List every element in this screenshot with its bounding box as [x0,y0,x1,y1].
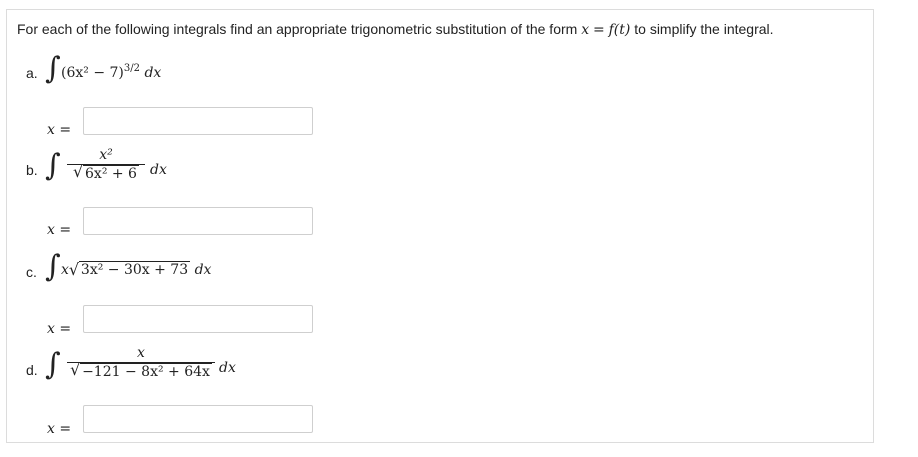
question-card: For each of the following integrals find… [6,9,874,443]
integrand-c: x √ 3x² − 30x + 73 dx [61,260,212,279]
substitution-label-b: x = [47,222,72,238]
dx-b: dx [150,162,167,178]
problem-b-label: b. [26,162,38,178]
instruction-text: For each of the following integrals find… [17,21,774,38]
problem-d-label: d. [26,362,38,378]
fraction-d: x √ −121 − 8x² + 64x [67,344,215,381]
integral-sign-c: ∫ [45,249,61,284]
integral-sign-b: ∫ [45,148,61,183]
answer-input-d[interactable] [83,405,313,433]
substitution-label-a: x = [47,122,72,138]
integrand-a: (6x² − 7)3/2 dx [61,63,162,81]
integral-sign-a: ∫ [45,51,61,86]
answer-input-c[interactable] [83,305,313,333]
integral-sign-d: ∫ [45,347,61,382]
substitution-label-d: x = [47,421,72,437]
problem-a-label: a. [26,65,38,81]
problem-c-label: c. [26,264,37,280]
answer-input-b[interactable] [83,207,313,235]
dx-d: dx [219,360,236,376]
substitution-label-c: x = [47,321,72,337]
fraction-b: x² √ 6x² + 6 [67,146,145,183]
answer-input-a[interactable] [83,107,313,135]
